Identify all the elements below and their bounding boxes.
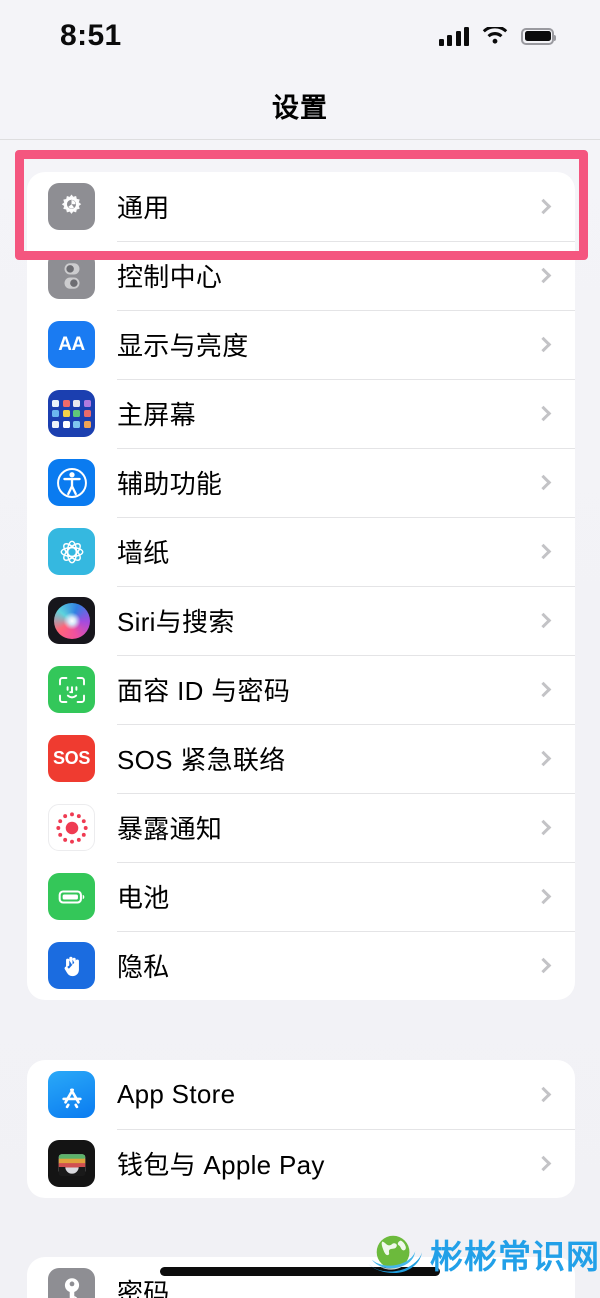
- sidebar-item-app-store[interactable]: App Store: [27, 1060, 575, 1129]
- privacy-hand-icon: [48, 942, 95, 989]
- settings-list[interactable]: 通用 控制中心 AA 显示与亮度 主屏幕 辅助功能 墙纸 Siri与搜索 面容 …: [0, 141, 600, 1298]
- sidebar-item-label: 隐私: [117, 952, 170, 982]
- sidebar-item-label: SOS 紧急联络: [117, 745, 286, 775]
- sidebar-item-label: Siri与搜索: [117, 607, 235, 637]
- watermark: 彬彬常识网: [366, 1228, 600, 1280]
- sidebar-item-wallet-apple-pay[interactable]: 钱包与 Apple Pay: [27, 1129, 575, 1198]
- face-id-icon: [48, 666, 95, 713]
- gear-icon: [48, 183, 95, 230]
- exposure-notification-icon: [48, 804, 95, 851]
- chevron-right-icon: [535, 474, 552, 491]
- chevron-right-icon: [535, 267, 552, 284]
- chevron-right-icon: [535, 1086, 552, 1103]
- key-icon: [48, 1268, 95, 1298]
- battery-full-icon: [521, 27, 556, 45]
- settings-group-store: App Store 钱包与 Apple Pay: [27, 1060, 575, 1198]
- page-title: 设置: [272, 93, 328, 123]
- status-bar: 8:51: [0, 0, 600, 72]
- chevron-right-icon: [535, 957, 552, 974]
- sidebar-item-siri-search[interactable]: Siri与搜索: [27, 586, 575, 655]
- sidebar-item-exposure-notifications[interactable]: 暴露通知: [27, 793, 575, 862]
- chevron-right-icon: [535, 819, 552, 836]
- chevron-right-icon: [535, 198, 552, 215]
- wallpaper-icon: [48, 528, 95, 575]
- sidebar-item-wallpaper[interactable]: 墙纸: [27, 517, 575, 586]
- app-store-icon: [48, 1071, 95, 1118]
- sidebar-item-general[interactable]: 通用: [27, 172, 575, 241]
- sidebar-item-label: 面容 ID 与密码: [117, 676, 291, 706]
- sidebar-item-home-screen[interactable]: 主屏幕: [27, 379, 575, 448]
- globe-logo-icon: [368, 1235, 422, 1274]
- wifi-icon: [482, 26, 508, 44]
- sidebar-item-label: 控制中心: [117, 262, 223, 292]
- sidebar-item-label: 暴露通知: [117, 814, 223, 844]
- sidebar-item-label: 墙纸: [117, 538, 170, 568]
- status-bar-indicators: [438, 26, 556, 46]
- status-bar-time: 8:51: [60, 19, 122, 52]
- chevron-right-icon: [535, 1155, 552, 1172]
- nav-bar: 设置: [0, 72, 600, 140]
- sidebar-item-label: 钱包与 Apple Pay: [117, 1150, 325, 1180]
- wallet-icon: [48, 1140, 95, 1187]
- sidebar-item-label: 通用: [117, 193, 170, 223]
- sidebar-item-privacy[interactable]: 隐私: [27, 931, 575, 1000]
- chevron-right-icon: [535, 543, 552, 560]
- settings-screen: 8:51 设置 通用 控制中心 AA 显示与亮度 主屏幕 辅助功能 墙纸 Sir…: [0, 0, 600, 1298]
- sos-icon: SOS: [48, 735, 95, 782]
- accessibility-icon: [48, 459, 95, 506]
- sidebar-item-label: 主屏幕: [117, 400, 196, 430]
- chevron-right-icon: [535, 750, 552, 767]
- home-screen-icon: [48, 390, 95, 437]
- settings-group-system: 通用 控制中心 AA 显示与亮度 主屏幕 辅助功能 墙纸 Siri与搜索 面容 …: [27, 172, 575, 1000]
- siri-icon: [48, 597, 95, 644]
- chevron-right-icon: [535, 612, 552, 629]
- display-aa-icon: AA: [48, 321, 95, 368]
- sidebar-item-label: 辅助功能: [117, 469, 223, 499]
- sidebar-item-label: 显示与亮度: [117, 331, 249, 361]
- chevron-right-icon: [535, 336, 552, 353]
- sidebar-item-emergency-sos[interactable]: SOS SOS 紧急联络: [27, 724, 575, 793]
- cellular-signal-icon: [438, 26, 469, 46]
- battery-icon: [48, 873, 95, 920]
- sidebar-item-display-brightness[interactable]: AA 显示与亮度: [27, 310, 575, 379]
- sidebar-item-label: App Store: [117, 1079, 236, 1109]
- control-center-icon: [48, 252, 95, 299]
- sidebar-item-control-center[interactable]: 控制中心: [27, 241, 575, 310]
- chevron-right-icon: [535, 405, 552, 422]
- sidebar-item-face-id[interactable]: 面容 ID 与密码: [27, 655, 575, 724]
- sidebar-item-battery[interactable]: 电池: [27, 862, 575, 931]
- chevron-right-icon: [535, 681, 552, 698]
- sidebar-item-accessibility[interactable]: 辅助功能: [27, 448, 575, 517]
- sidebar-item-label: 电池: [117, 883, 170, 913]
- watermark-text: 彬彬常识网: [430, 1237, 600, 1276]
- chevron-right-icon: [535, 888, 552, 905]
